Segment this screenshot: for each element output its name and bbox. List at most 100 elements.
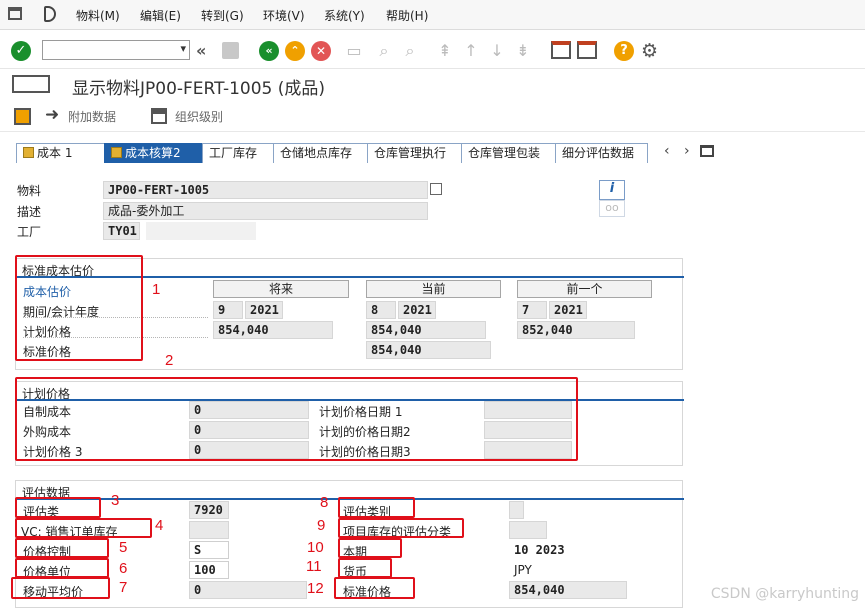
org-levels-button[interactable]: 组织级别: [175, 108, 223, 125]
valuation-category-field[interactable]: [509, 501, 524, 519]
chevron-down-icon[interactable]: ▾: [180, 42, 186, 55]
annotation-number-12: 12: [307, 580, 324, 597]
command-collapse-icon[interactable]: «: [196, 41, 206, 60]
scroll-tab-left-icon[interactable]: ‹: [664, 143, 670, 159]
material-label: 物料: [17, 184, 42, 198]
customize-layout-icon[interactable]: [44, 6, 56, 22]
page-title: 显示物料JP00-FERT-1005 (成品): [72, 79, 326, 99]
plant-desc-blurred: [146, 222, 256, 240]
command-field[interactable]: ▾: [42, 40, 190, 60]
annotation-number-8: 8: [320, 494, 329, 511]
tab-warehouse-mgmt-execution[interactable]: 仓库管理执行: [367, 143, 462, 163]
glasses-icon[interactable]: oo: [599, 200, 625, 217]
back-icon[interactable]: «: [259, 41, 279, 61]
previous-year-field[interactable]: 2021: [549, 301, 587, 319]
current-column-button[interactable]: 当前: [366, 280, 501, 298]
last-page-icon[interactable]: ⇟: [513, 41, 533, 61]
tab-label: 成本核算2: [125, 146, 181, 160]
previous-column-button[interactable]: 前一个: [517, 280, 652, 298]
find-next-icon[interactable]: ⌕: [400, 41, 420, 61]
annotation-box-11: [338, 558, 392, 578]
shortcut-icon[interactable]: [577, 41, 597, 59]
org-levels-icon[interactable]: [151, 108, 167, 124]
annotation-number-5: 5: [119, 539, 128, 556]
previous-period-field[interactable]: 7: [517, 301, 547, 319]
future-period-field[interactable]: 9: [213, 301, 243, 319]
arrow-right-icon[interactable]: ➜: [45, 105, 59, 125]
plant-field[interactable]: TY01: [103, 222, 140, 240]
current-planned-price-field[interactable]: 854,040: [366, 321, 486, 339]
price-unit-field[interactable]: 100: [189, 561, 229, 579]
menu-bar: 物料(M) 编辑(E) 转到(G) 环境(V) 系统(Y) 帮助(H): [0, 0, 865, 30]
first-page-icon[interactable]: ⇞: [435, 41, 455, 61]
cancel-icon[interactable]: ✕: [311, 41, 331, 61]
tab-warehouse-mgmt-packaging[interactable]: 仓库管理包装: [461, 143, 556, 163]
project-stock-val-class-field[interactable]: [509, 521, 547, 539]
print-icon[interactable]: ▭: [344, 41, 364, 61]
menu-item-goto[interactable]: 转到(G): [201, 7, 244, 24]
menu-item-help[interactable]: 帮助(H): [386, 7, 428, 24]
exit-icon[interactable]: ⌃: [285, 41, 305, 61]
scroll-tab-right-icon[interactable]: ›: [684, 143, 690, 159]
material-number-field[interactable]: JP00-FERT-1005: [103, 181, 428, 199]
current-period-field[interactable]: 10 2023: [509, 541, 584, 559]
application-toolbar: [0, 100, 865, 132]
save-icon[interactable]: [222, 42, 239, 59]
tab-plant-stock[interactable]: 工厂库存: [202, 143, 274, 163]
valuation-class-field[interactable]: 7920: [189, 501, 229, 519]
moving-avg-price-field[interactable]: 0: [189, 581, 307, 599]
menu-item-material[interactable]: 物料(M): [76, 7, 120, 24]
annotation-number-11: 11: [306, 558, 322, 575]
info-icon[interactable]: i: [599, 180, 625, 200]
material-list-icon[interactable]: [14, 108, 31, 125]
description-field[interactable]: 成品-委外加工: [103, 202, 428, 220]
find-icon[interactable]: ⌕: [374, 41, 394, 61]
annotation-box-6: [15, 558, 109, 578]
tab-label: 仓库管理包装: [468, 146, 541, 160]
enter-check-icon[interactable]: ✓: [11, 41, 31, 61]
menu-item-system[interactable]: 系统(Y): [324, 7, 365, 24]
window-menu-icon[interactable]: [8, 7, 22, 20]
annotation-box-5: [15, 538, 109, 558]
previous-planned-price-field[interactable]: 852,040: [517, 321, 635, 339]
material-type-icon: [12, 75, 50, 93]
annotation-box-1: [15, 255, 143, 361]
next-page-icon[interactable]: ↓: [487, 41, 507, 61]
menu-item-edit[interactable]: 编辑(E): [140, 7, 181, 24]
future-column-button[interactable]: 将来: [213, 280, 349, 298]
current-year-field[interactable]: 2021: [398, 301, 436, 319]
description-label: 描述: [17, 205, 42, 219]
current-standard-price-field[interactable]: 854,040: [366, 341, 491, 359]
plant-label: 工厂: [17, 225, 42, 239]
annotation-box-8: [338, 497, 415, 518]
additional-data-button[interactable]: 附加数据: [68, 108, 116, 125]
current-period-field[interactable]: 8: [366, 301, 396, 319]
annotation-box-2: [15, 377, 578, 461]
gear-icon[interactable]: ⚙: [641, 40, 658, 62]
menu-item-environment[interactable]: 环境(V): [263, 7, 305, 24]
previous-page-icon[interactable]: ↑: [461, 41, 481, 61]
tab-label: 细分评估数据: [562, 146, 635, 160]
watermark: CSDN @karryhunting: [710, 586, 859, 602]
tab-costing-2[interactable]: 成本核算2: [104, 143, 203, 163]
tab-storage-location-stock[interactable]: 仓储地点库存: [273, 143, 368, 163]
copy-icon[interactable]: [430, 183, 442, 195]
annotation-number-9: 9: [317, 517, 326, 534]
tab-label: 成本 1: [37, 146, 73, 160]
tab-list-icon[interactable]: [700, 145, 714, 157]
annotation-number-6: 6: [119, 560, 128, 577]
help-icon[interactable]: ?: [614, 41, 634, 61]
tab-label: 工厂库存: [209, 146, 258, 160]
create-session-icon[interactable]: [551, 41, 571, 59]
valuation-std-price-field[interactable]: 854,040: [509, 581, 627, 599]
annotation-box-4: [15, 518, 152, 538]
tab-costing-1[interactable]: 成本 1: [16, 143, 105, 163]
currency-field[interactable]: JPY: [509, 561, 559, 579]
tab-split-valuation[interactable]: 细分评估数据: [555, 143, 648, 163]
annotation-number-2: 2: [165, 352, 174, 369]
future-planned-price-field[interactable]: 854,040: [213, 321, 333, 339]
future-year-field[interactable]: 2021: [245, 301, 283, 319]
price-control-field[interactable]: S: [189, 541, 229, 559]
annotation-number-3: 3: [111, 492, 120, 509]
vc-sales-order-stock-field[interactable]: [189, 521, 229, 539]
